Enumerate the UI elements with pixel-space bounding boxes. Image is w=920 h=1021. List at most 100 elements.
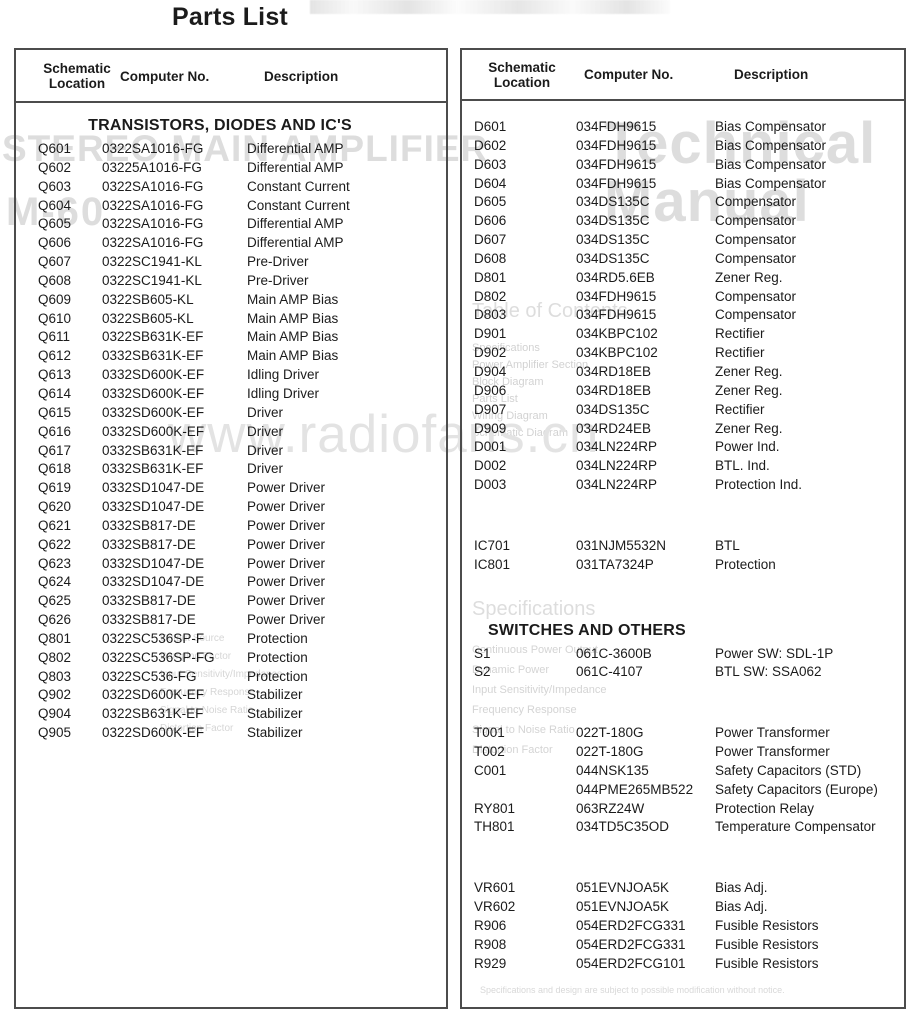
table-row: D604 034FDH9615 Bias Compensator	[462, 176, 904, 195]
row-location: Q606	[38, 235, 72, 251]
table-row: D602 034FDH9615 Bias Compensator	[462, 138, 904, 157]
table-row: D607 034DS135C Compensator	[462, 232, 904, 251]
table-row: T002 022T-180G Power Transformer	[462, 744, 904, 763]
row-location: Q604	[38, 197, 72, 213]
table-row: RY801 063RZ24W Protection Relay	[462, 801, 904, 820]
table-row: T001 022T-180G Power Transformer	[462, 725, 904, 744]
row-computer-no: 0322SC536SP-FG	[102, 649, 215, 665]
column-header-location-line2: Location	[493, 75, 551, 90]
row-computer-no: 022T-180G	[576, 725, 644, 741]
row-location: Q612	[38, 348, 72, 364]
row-description: Power Driver	[247, 517, 326, 533]
table-body-right: D601 034FDH9615 Bias Compensator D602 034FDH…	[462, 101, 904, 975]
table-row: Q624 0332SD1047-DE Power Driver	[16, 574, 446, 593]
row-computer-no: 0332SD1047-DE	[102, 480, 205, 496]
table-row: Q625 0332SB817-DE Power Driver	[16, 593, 446, 612]
row-description: Protection	[715, 556, 776, 572]
table-row: Q802 0322SC536SP-FG Protection	[16, 650, 446, 669]
table-row: Q605 0322SA1016-FG Differential AMP	[16, 216, 446, 235]
row-computer-no: 0332SD600K-EF	[102, 423, 205, 439]
table-row: Q601 0322SA1016-FG Differential AMP	[16, 141, 446, 160]
table-row: Q602 03225A1016-FG Differential AMP	[16, 160, 446, 179]
row-location: Q609	[38, 291, 72, 307]
row-location: Q626	[38, 612, 72, 628]
table-row: D909 034RD24EB Zener Reg.	[462, 421, 904, 440]
row-location: R929	[474, 955, 507, 971]
row-location: Q623	[38, 555, 72, 571]
column-header-location: Schematic Location	[34, 61, 120, 91]
row-location: D604	[474, 175, 507, 191]
row-location: Q602	[38, 159, 72, 175]
table-row: D003 034LN224RP Protection Ind.	[462, 477, 904, 496]
table-row: Q613 0332SD600K-EF Idling Driver	[16, 367, 446, 386]
parts-table-right: Schematic Location Computer No. Descript…	[460, 48, 906, 1009]
row-computer-no: 054ERD2FCG331	[576, 918, 686, 933]
row-location: Q607	[38, 254, 72, 270]
row-description: BTL. Ind.	[715, 458, 770, 474]
table-row: D606 034DS135C Compensator	[462, 213, 904, 232]
row-description: Bias Compensator	[715, 137, 827, 153]
row-location: RY801	[474, 800, 516, 816]
row-location: VR601	[474, 880, 516, 896]
row-description: Zener Reg.	[715, 420, 783, 436]
table-row: Q620 0332SD1047-DE Power Driver	[16, 499, 446, 518]
row-description: Differential AMP	[247, 159, 344, 175]
table-row: D901 034KBPC102 Rectifier	[462, 326, 904, 345]
row-computer-no: 034TD5C35OD	[576, 819, 670, 835]
row-description: Power Ind.	[715, 439, 780, 455]
row-location: Q616	[38, 423, 72, 439]
row-location: T001	[474, 725, 505, 741]
row-computer-no: 031TA7324P	[576, 556, 654, 572]
row-description: Idling Driver	[247, 385, 320, 401]
row-description: Compensator	[715, 194, 797, 210]
row-description: Fusible Resistors	[715, 955, 819, 971]
row-computer-no: 031NJM5532N	[576, 537, 667, 553]
row-computer-no: 034LN224RP	[576, 439, 658, 455]
row-computer-no: 051EVNJOA5K	[576, 880, 670, 896]
row-location: D906	[474, 382, 507, 398]
row-computer-no: 0322SB605-KL	[102, 310, 194, 326]
table-row: Q611 0322SB631K-EF Main AMP Bias	[16, 329, 446, 348]
row-computer-no: 034DS135C	[576, 194, 650, 210]
row-location: Q621	[38, 517, 72, 533]
row-computer-no: 034FDH9615	[576, 175, 657, 191]
row-location: Q905	[38, 725, 72, 741]
row-description: Safety Capacitors (STD)	[715, 762, 862, 778]
row-location: S2	[474, 664, 491, 680]
table-row: R908 054ERD2FCG331 Fusible Resistors	[462, 937, 904, 956]
table-row: Q617 0332SB631K-EF Driver	[16, 443, 446, 462]
row-computer-no: 061C-3600B	[576, 645, 652, 661]
row-description: Stabilizer	[247, 687, 303, 703]
row-location: D607	[474, 232, 507, 248]
row-location: Q904	[38, 706, 72, 722]
table-row: D605 034DS135C Compensator	[462, 194, 904, 213]
row-description: Compensator	[715, 307, 797, 323]
row-computer-no: 034KBPC102	[576, 326, 658, 342]
row-description: Compensator	[715, 250, 797, 266]
row-computer-no: 063RZ24W	[576, 800, 645, 816]
table-row: D002 034LN224RP BTL. Ind.	[462, 458, 904, 477]
column-header-location-line1: Schematic	[43, 61, 111, 76]
table-row: Q610 0322SB605-KL Main AMP Bias	[16, 311, 446, 330]
table-row: D902 034KBPC102 Rectifier	[462, 345, 904, 364]
row-computer-no: 0332SB631K-EF	[102, 348, 204, 364]
row-location: D605	[474, 194, 507, 210]
row-description: Constant Current	[247, 178, 350, 194]
row-description: Driver	[247, 461, 283, 477]
row-location: Q902	[38, 687, 72, 703]
parts-table-left: Schematic Location Computer No. Descript…	[14, 48, 448, 1009]
table-row: Q606 0322SA1016-FG Differential AMP	[16, 235, 446, 254]
table-row: Q618 0332SB631K-EF Driver	[16, 461, 446, 480]
row-location: D602	[474, 137, 507, 153]
table-row: D906 034RD18EB Zener Reg.	[462, 383, 904, 402]
row-location: Q613	[38, 367, 72, 383]
table-row: Q607 0322SC1941-KL Pre-Driver	[16, 254, 446, 273]
row-description: Zener Reg.	[715, 269, 783, 285]
table-row: Q603 0322SA1016-FG Constant Current	[16, 179, 446, 198]
table-row: Q608 0322SC1941-KL Pre-Driver	[16, 273, 446, 292]
row-computer-no: 034FDH9615	[576, 137, 657, 153]
row-computer-no: 054ERD2FCG101	[576, 955, 686, 971]
row-description: Fusible Resistors	[715, 918, 819, 933]
row-description: Power Transformer	[715, 725, 830, 741]
